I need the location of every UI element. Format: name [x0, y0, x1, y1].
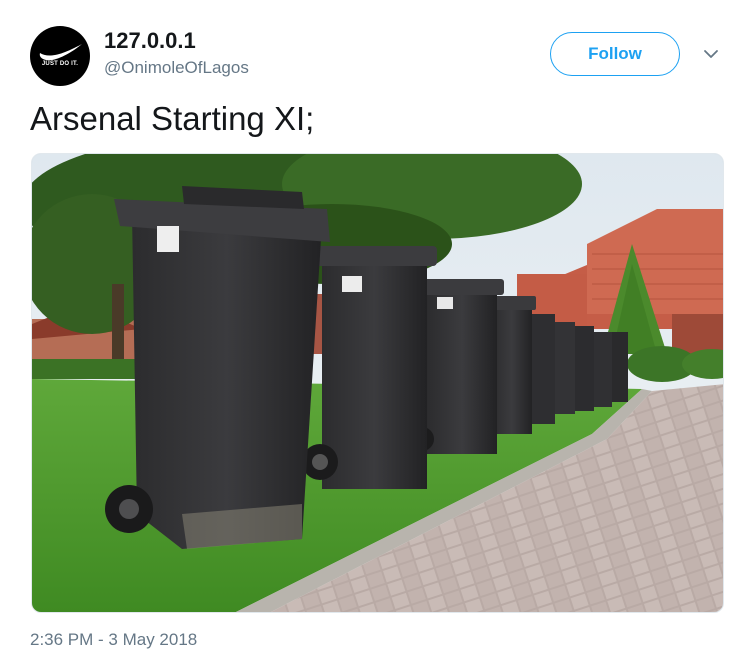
avatar-tagline: JUST DO IT. — [41, 61, 79, 67]
swoosh-logo — [39, 44, 82, 61]
photo-wheelie-bins — [32, 154, 723, 612]
tweet-photo[interactable] — [31, 153, 724, 613]
follow-button[interactable]: Follow — [550, 32, 680, 76]
chevron-down-icon[interactable] — [700, 46, 722, 62]
user-handle[interactable]: @OnimoleOfLagos — [104, 58, 249, 78]
tweet-timestamp[interactable]: 2:36 PM - 3 May 2018 — [30, 630, 197, 650]
tweet-card: JUST DO IT. 127.0.0.1 @OnimoleOfLagos Fo… — [0, 0, 750, 665]
avatar[interactable]: JUST DO IT. — [30, 26, 90, 86]
tweet-text: Arsenal Starting XI; — [30, 100, 315, 137]
display-name[interactable]: 127.0.0.1 — [104, 28, 196, 54]
